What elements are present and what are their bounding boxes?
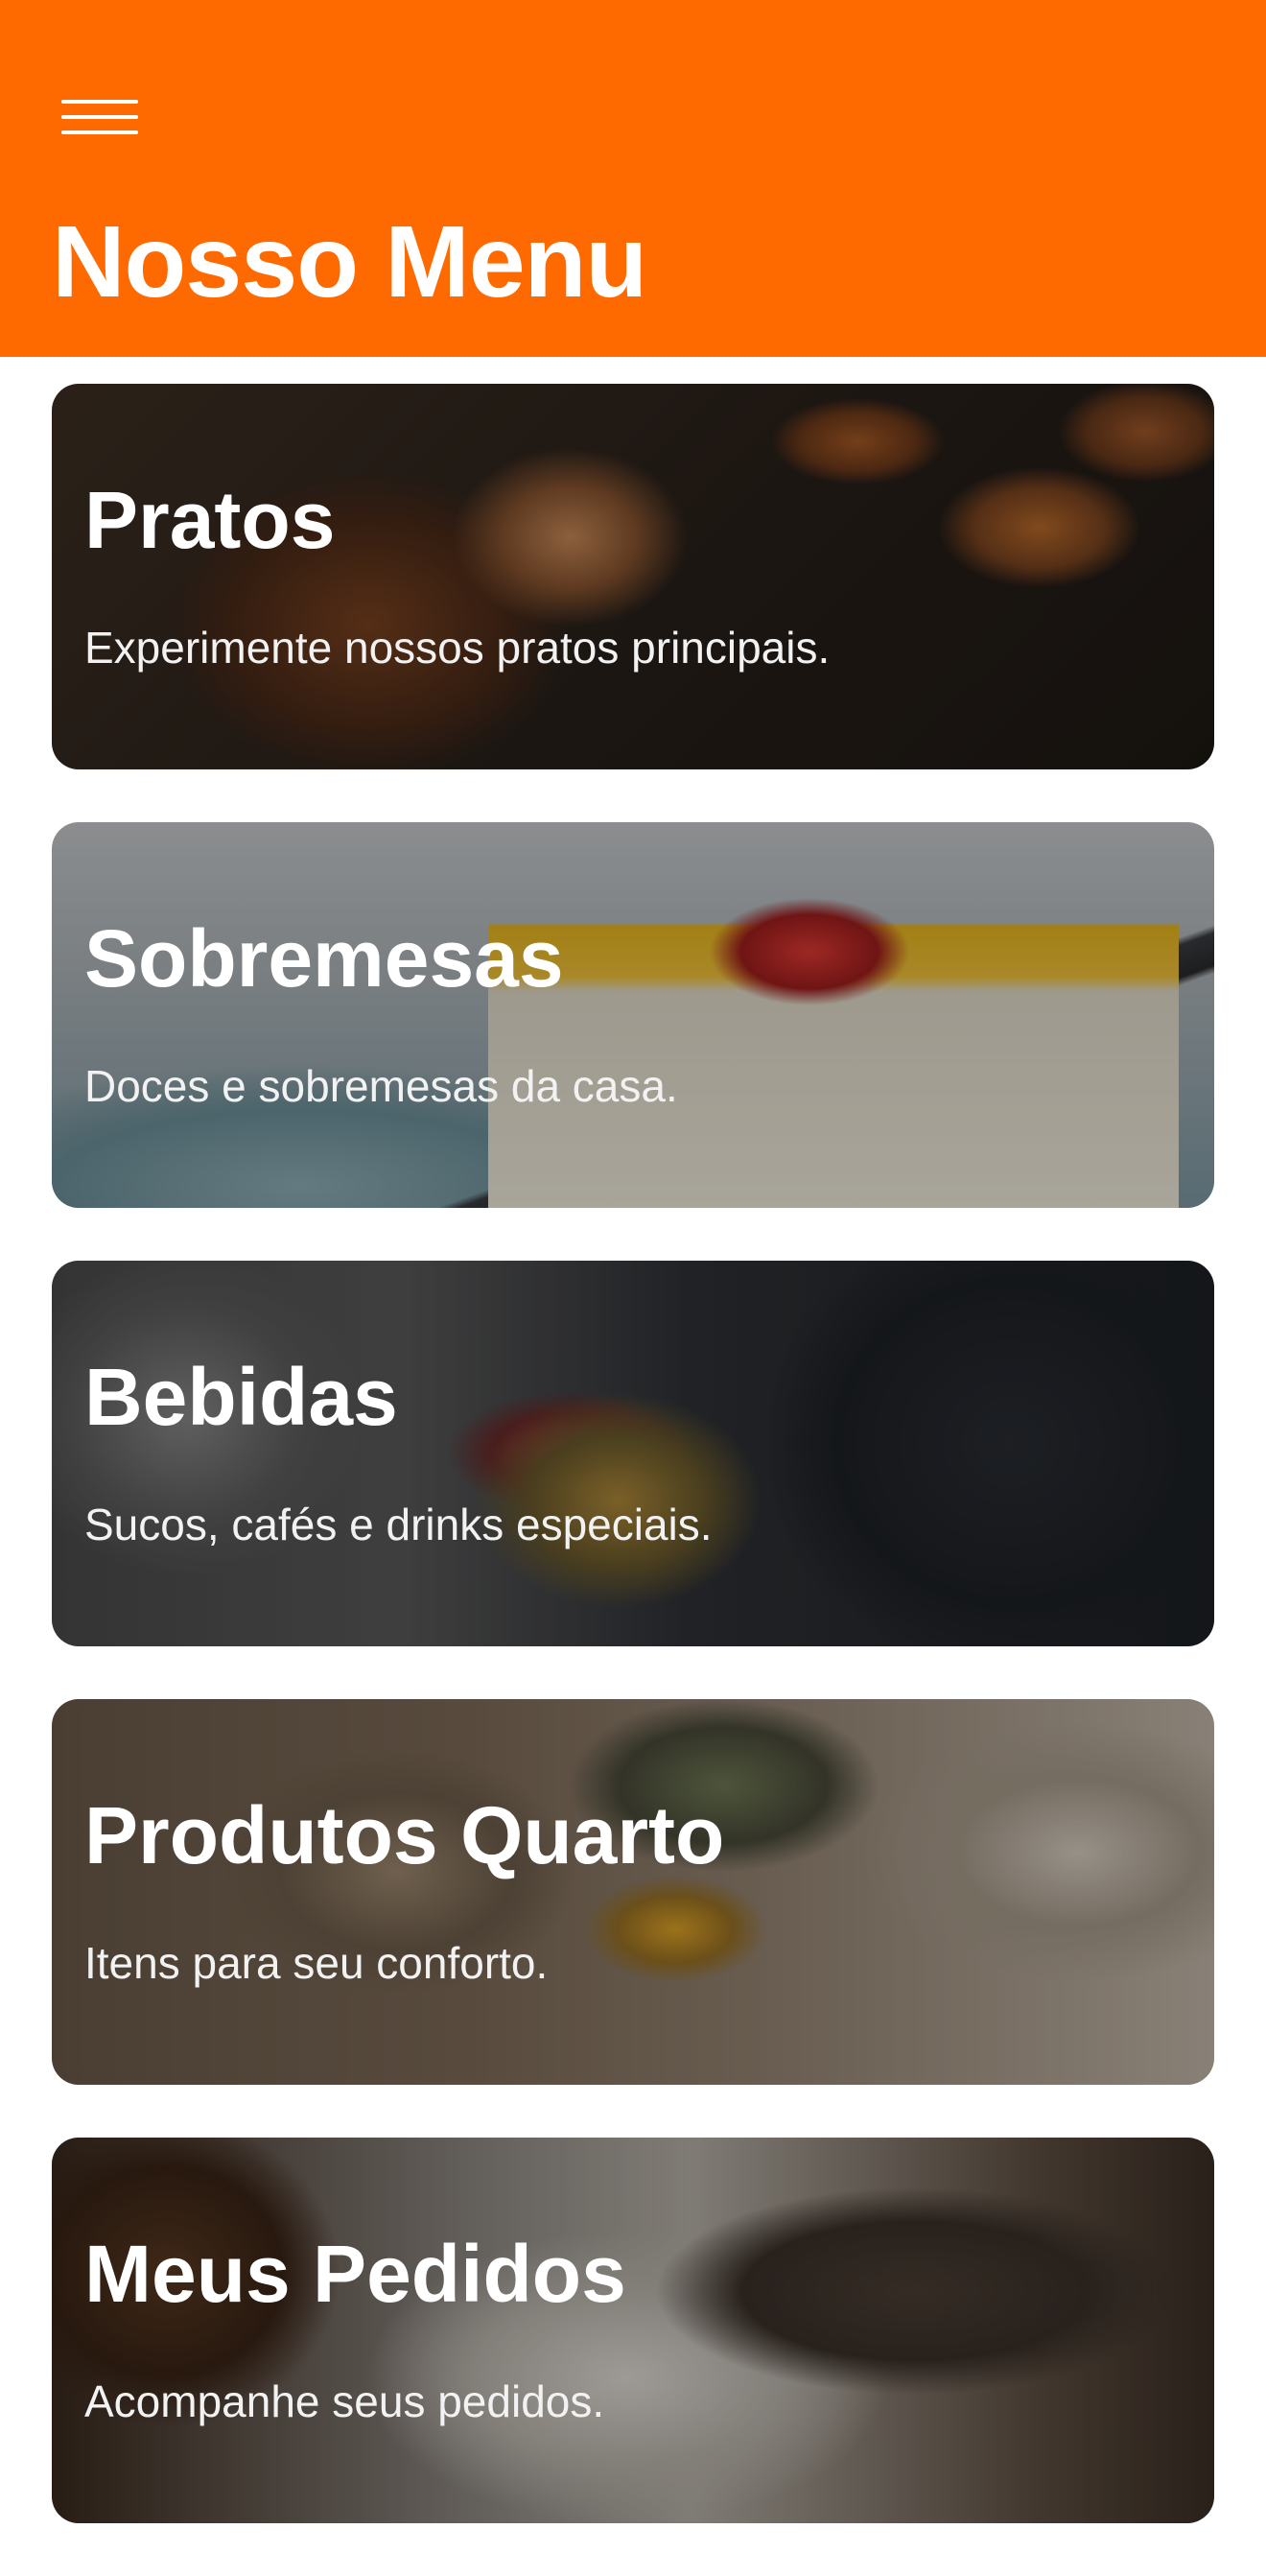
page-title: Nosso Menu [52, 205, 647, 319]
card-title: Pratos [84, 475, 336, 565]
card-title: Produtos Quarto [84, 1790, 725, 1880]
card-subtitle: Itens para seu conforto. [84, 1938, 549, 1988]
hamburger-menu-icon[interactable] [58, 96, 138, 142]
card-subtitle: Acompanhe seus pedidos. [84, 2376, 605, 2426]
card-subtitle: Doces e sobremesas da casa. [84, 1061, 678, 1111]
card-title: Sobremesas [84, 913, 564, 1004]
card-title: Bebidas [84, 1352, 398, 1442]
category-card-bebidas[interactable]: Bebidas Sucos, cafés e drinks especiais. [52, 1261, 1214, 1646]
card-title: Meus Pedidos [84, 2229, 626, 2319]
category-card-produtos-quarto[interactable]: Produtos Quarto Itens para seu conforto. [52, 1699, 1214, 2085]
category-card-pratos[interactable]: Pratos Experimente nossos pratos princip… [52, 384, 1214, 769]
card-subtitle: Sucos, cafés e drinks especiais. [84, 1500, 713, 1549]
app-header: Nosso Menu [0, 0, 1266, 357]
card-subtitle: Experimente nossos pratos principais. [84, 623, 831, 673]
category-card-meus-pedidos[interactable]: Meus Pedidos Acompanhe seus pedidos. [52, 2138, 1214, 2523]
category-list: Pratos Experimente nossos pratos princip… [52, 384, 1214, 2576]
category-card-sobremesas[interactable]: Sobremesas Doces e sobremesas da casa. [52, 822, 1214, 1208]
